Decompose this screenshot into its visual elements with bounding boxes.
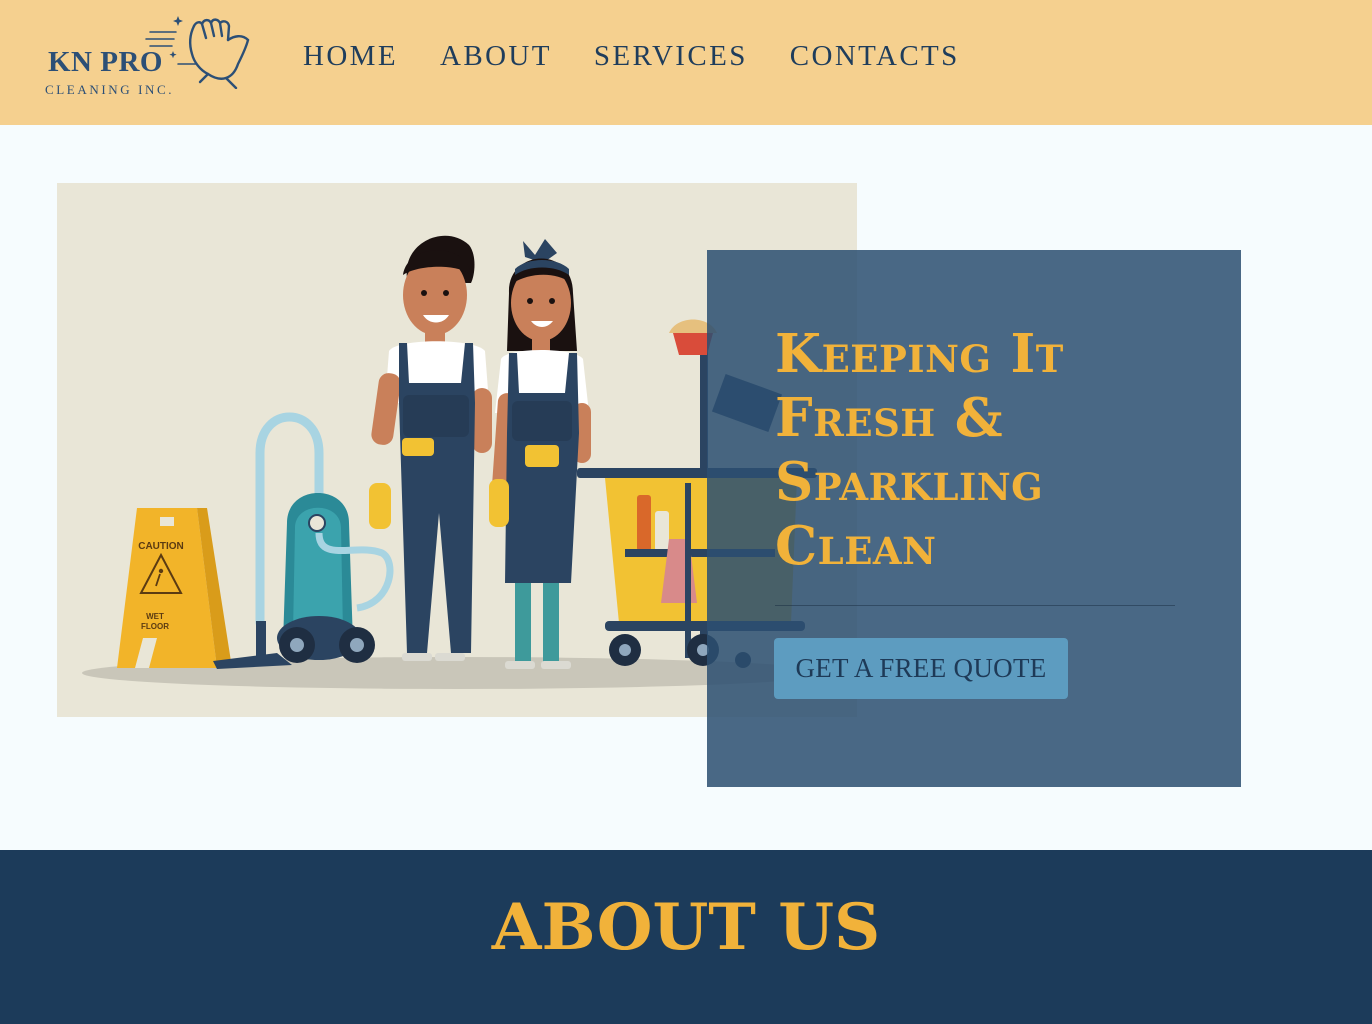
brand-name: KN PRO bbox=[48, 46, 163, 78]
hero-panel: Keeping It Fresh & Sparkling Clean GET A… bbox=[707, 250, 1241, 787]
about-title: ABOUT US bbox=[491, 890, 881, 965]
brand-tagline: CLEANING INC. bbox=[45, 82, 175, 97]
brand-logo[interactable]: KN PRO CLEANING INC. bbox=[42, 14, 257, 104]
vacuum-cleaner-icon bbox=[213, 412, 394, 669]
about-section: ABOUT US bbox=[0, 850, 1372, 1024]
nav-about-link[interactable]: ABOUT bbox=[440, 40, 552, 73]
nav-services-link[interactable]: SERVICES bbox=[594, 40, 748, 73]
nav-home-link[interactable]: HOME bbox=[303, 40, 398, 73]
cleaner-man-figure bbox=[369, 235, 492, 661]
hero-headline: Keeping It Fresh & Sparkling Clean bbox=[775, 323, 1064, 577]
get-free-quote-button[interactable]: GET A FREE QUOTE bbox=[774, 638, 1068, 699]
main-nav: HOME ABOUT SERVICES CONTACTS bbox=[303, 40, 1002, 73]
caution-sign-text: CAUTION bbox=[138, 541, 184, 552]
site-header: KN PRO CLEANING INC. HOME ABOUT SERVICES… bbox=[0, 0, 1372, 125]
caution-sign-icon: CAUTION WET FLOOR bbox=[117, 508, 232, 668]
nav-contacts-link[interactable]: CONTACTS bbox=[790, 40, 960, 73]
floor-sign-text: FLOOR bbox=[141, 622, 169, 631]
cleaner-woman-figure bbox=[489, 239, 591, 669]
hero-divider bbox=[775, 605, 1175, 606]
wet-sign-text: WET bbox=[146, 612, 164, 621]
